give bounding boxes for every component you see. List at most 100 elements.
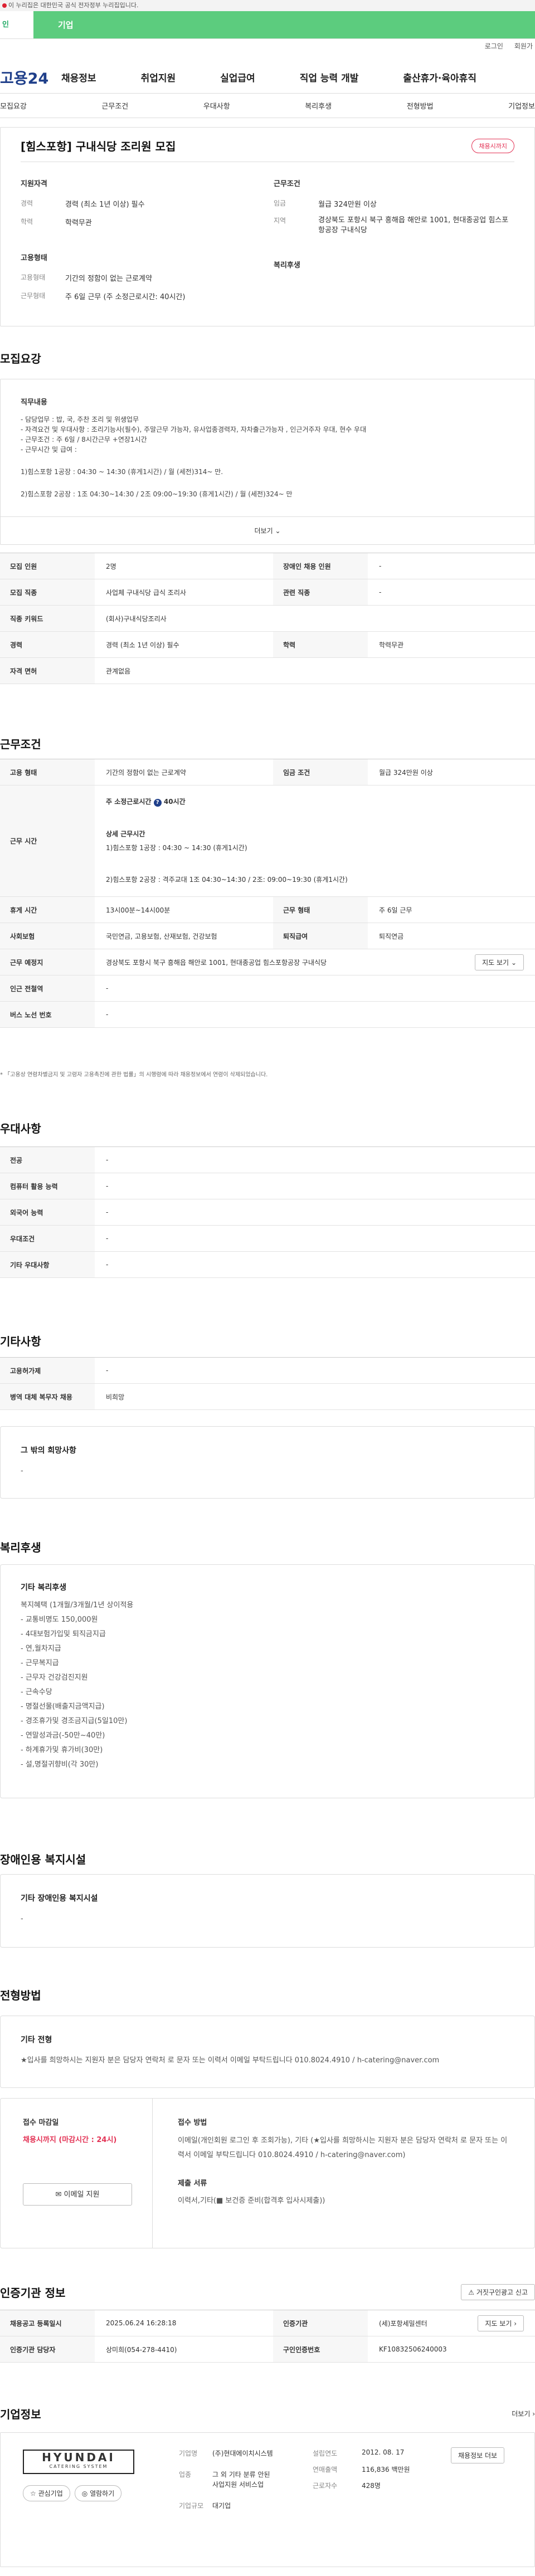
tab-company[interactable]: 기업 — [33, 11, 535, 38]
welfare-item: - 하계휴가및 휴가비(30만) — [21, 1746, 103, 1754]
nav-leave[interactable]: 출산휴가·육아휴직 — [403, 70, 476, 84]
email-apply-button[interactable]: ✉ 이메일 지원 — [23, 2183, 132, 2206]
td-work-form: 주 6일 근무 — [379, 906, 412, 914]
favorite-button[interactable]: ☆ 관심기업 — [23, 2485, 70, 2501]
welfare-box-title: 기타 복리후생 — [21, 1583, 67, 1592]
subnav-welfare[interactable]: 복리후생 — [305, 100, 332, 111]
star-icon: ☆ — [30, 2490, 36, 2497]
job-desc-box: 직무내용 - 담당업무 : 밥, 국, 주찬 조리 및 위생업무 - 자격요건 … — [0, 379, 535, 545]
info-icon[interactable]: ? — [153, 799, 162, 807]
td-military: 비희망 — [106, 1393, 125, 1401]
gov-text: 이 누리집은 대한민국 공식 전자정부 누리집입니다. — [8, 2, 139, 9]
method-box-title: 기타 전형 — [21, 2036, 52, 2045]
logo-sub: CATERING SYSTEM — [49, 2464, 108, 2469]
chevron-down-icon: ⌄ — [275, 527, 281, 535]
detail-hours-title: 상세 근무시간 — [106, 830, 145, 838]
method-title: 전형방법 — [0, 1989, 41, 2002]
recruit-table: 모집 인원 2명 장애인 채용 인원 - 모집 직종 사업체 구내식당 급식 조리사 관련… — [0, 553, 535, 684]
site-logo[interactable]: 고용24 — [0, 66, 61, 88]
report-button[interactable]: ⚠ 거짓구인광고 신고 — [461, 2284, 535, 2300]
method-value: 이메일(개인회원 로그인 후 조회가능), 기타 (★입사를 희망하시는 지원자… — [178, 2136, 508, 2159]
logo-main: HYUNDAI — [42, 2451, 115, 2464]
company-title: 기업정보 — [0, 2408, 41, 2421]
divider — [152, 2099, 153, 2248]
td-count: 2명 — [106, 562, 116, 570]
nav-employment-support[interactable]: 취업지원 — [141, 70, 176, 84]
td-related-job: - — [379, 588, 382, 596]
chevron-down-icon: ⌄ — [510, 958, 517, 967]
career-label: 경력 — [21, 199, 33, 207]
agency-table: 채용공고 등록일시 2025.06.24 16:28:18 인증기관 (세)포항세밀센… — [0, 2310, 535, 2363]
favorite-label: 관심기업 — [38, 2490, 63, 2497]
recruit-title: 모집요강 — [0, 352, 41, 365]
th-subway: 인근 전철역 — [0, 975, 95, 1001]
agency-map-button[interactable]: 지도 보기 › — [478, 2315, 524, 2331]
industry-value: 그 외 기타 분류 안된 사업지원 서비스업 — [212, 2471, 270, 2489]
subnav-preference[interactable]: 우대사항 — [203, 100, 230, 111]
subnav-method[interactable]: 전형방법 — [407, 100, 434, 111]
etc-wish-value: - — [21, 1467, 23, 1475]
subnav-conditions[interactable]: 근무조건 — [101, 100, 128, 111]
edu-value: 학력무관 — [65, 219, 92, 227]
login-link[interactable]: 로그인 — [485, 42, 503, 50]
map-button-label: 지도 보기 — [482, 958, 509, 967]
td-break: 13시00분~14시00분 — [106, 906, 171, 914]
company-col-1: 기업명 (주)현대에이치시스템 업종 그 외 기타 분류 안된 사업지원 서비스업 … — [179, 2448, 290, 2510]
emp-type-value: 기간의 정함이 없는 근로계약 — [65, 275, 152, 283]
welfare-label: 복리후생 — [274, 261, 300, 270]
job-desc-line: 1)힘스포항 1공장 : 04:30 ~ 14:30 (휴게1시간) / 월 (… — [21, 468, 223, 476]
th-count: 모집 인원 — [0, 553, 95, 579]
view-label: 열람하기 — [90, 2490, 115, 2497]
deadline-value: 채용시까지 (마감시간 : 24시) — [23, 2136, 117, 2144]
conditions-table: 고용 형태 기간의 정함이 없는 근로계약 임금 조건 월급 324만원 이상 근무 … — [0, 759, 535, 1028]
company-jobs-button[interactable]: 채용정보 더보 — [451, 2447, 505, 2463]
td-retirement: 퇴직연금 — [379, 932, 404, 940]
company-more-link[interactable]: 더보기 › — [512, 2409, 535, 2418]
nav-training[interactable]: 직업 능력 개발 — [300, 70, 359, 84]
td-insurance: 국민연금, 고용보험, 산재보험, 건강보험 — [106, 932, 217, 940]
welfare-item: - 교통비명도 150,000원 — [21, 1616, 98, 1624]
more-button[interactable]: 더보기 ⌄ — [1, 516, 534, 544]
apply-qual-label: 지원자격 — [21, 180, 47, 188]
company-card: HYUNDAI CATERING SYSTEM ☆ 관심기업 ◎ 열람하기 기업… — [0, 2432, 535, 2567]
region-label: 지역 — [274, 217, 286, 225]
view-button[interactable]: ◎ 열람하기 — [74, 2485, 122, 2501]
th-pref-etc: 기타 우대사항 — [0, 1252, 95, 1277]
edu-label: 학력 — [21, 218, 33, 226]
td-career: 경력 (최소 1년 이상) 필수 — [106, 641, 179, 649]
job-desc-title: 직무내용 — [21, 398, 47, 407]
tab-individual[interactable]: 인 — [0, 11, 33, 38]
disabled-box: 기타 장애인용 복지시설 - — [0, 1874, 535, 1948]
nav-jobs[interactable]: 채용정보 — [61, 70, 96, 84]
welfare-title: 복리후생 — [0, 1541, 41, 1554]
td-reg-date: 2025.06.24 16:28:18 — [106, 2319, 177, 2327]
th-work-time: 근무 시간 — [0, 786, 95, 896]
td-job: 사업체 구내식당 급식 조리사 — [106, 588, 186, 597]
subnav-recruit[interactable]: 모집요강 — [0, 100, 27, 111]
industry-label: 업종 — [179, 2471, 192, 2479]
email-apply-label: 이메일 지원 — [64, 2190, 100, 2199]
map-button[interactable]: 지도 보기 ⌄ — [475, 954, 524, 970]
th-major: 전공 — [0, 1147, 95, 1173]
agency-title: 인증기관 정보 — [0, 2286, 66, 2300]
etc-wish-title: 그 밖의 희망사항 — [21, 1446, 76, 1455]
pref-table: 전공 - 컴퓨터 활용 능력 - 외국어 능력 - 우대조건 - 기타 우대사항 - — [0, 1146, 535, 1278]
agency-value: (세)포항세밀센터 — [379, 2319, 427, 2328]
th-pref-cond: 우대조건 — [0, 1226, 95, 1251]
apply-box: 접수 마감일 채용시까지 (마감시간 : 24시) ✉ 이메일 지원 접수 방법… — [0, 2098, 535, 2248]
td-language: - — [106, 1208, 109, 1216]
size-value: 대기업 — [212, 2502, 231, 2510]
signup-link[interactable]: 회원가 — [514, 42, 533, 50]
welfare-item: - 연,월차지급 — [21, 1645, 61, 1653]
th-edu: 학력 — [273, 632, 368, 657]
th-wage: 임금 조건 — [273, 759, 368, 785]
job-desc-line: - 근무조건 : 주 6일 / 8시간근무 +연장1시간 — [21, 436, 147, 443]
th-agent: 인증기관 담당자 — [0, 2336, 95, 2362]
location-value: 경상북도 포항시 북구 흥해읍 해안로 1001, 현대종공업 힘스포항공장 구… — [106, 958, 327, 967]
disabled-title: 장애인용 복지시설 — [0, 1853, 86, 1866]
nav-unemployment[interactable]: 실업급여 — [220, 70, 255, 84]
welfare-box: 기타 복리후생 복지혜택 (1개월/3개월/1년 상이적용 - 교통비명도 15… — [0, 1564, 535, 1798]
job-desc-line: - 자격요건 및 우대사항 : 조리기능사(필수), 주말근무 가능자, 유사업… — [21, 426, 367, 433]
subnav-company[interactable]: 기업정보 — [508, 100, 535, 111]
job-desc-line: 2)힘스포항 2공장 : 1조 04:30~14:30 / 2조 09:00~1… — [21, 490, 293, 498]
